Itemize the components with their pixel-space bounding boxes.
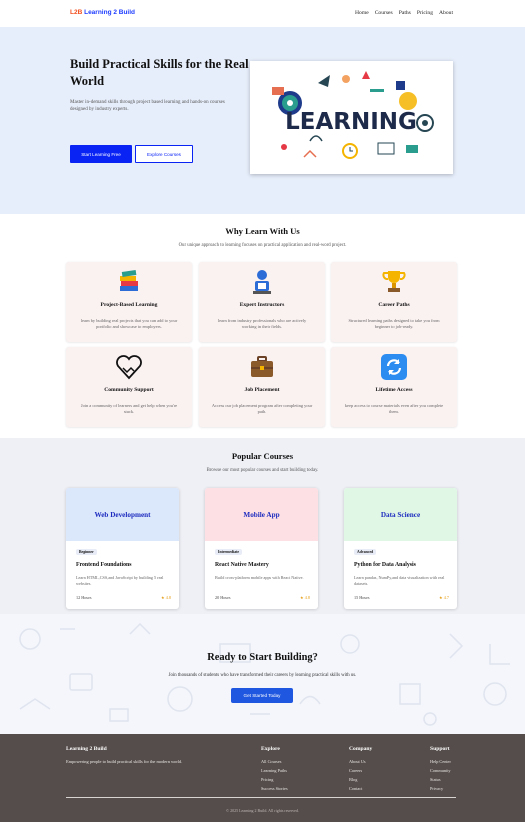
footer-link[interactable]: Help Center	[430, 757, 451, 766]
feature-title: Project-Based Learning	[100, 302, 158, 308]
course-hours: 12 Hours	[76, 595, 92, 600]
nav-link-about[interactable]: About	[439, 10, 453, 16]
refresh-icon	[331, 353, 457, 381]
footer-brand: Learning 2 Build	[66, 746, 107, 752]
nav-links: Home Courses Paths Pricing About	[355, 10, 453, 16]
feature-title: Expert Instructors	[239, 302, 285, 308]
copyright: © 2025 Learning 2 Build. All rights rese…	[226, 808, 299, 813]
footer-column-company: Company About Us Careers Blog Contact	[349, 746, 372, 793]
feature-card-job-placement: Job Placement Access our job placement p…	[199, 347, 325, 427]
rating-value: 4.8	[165, 595, 171, 600]
course-desc: Build cross-platform mobile apps with Re…	[215, 575, 304, 580]
briefcase-icon	[199, 353, 325, 381]
footer-link[interactable]: About Us	[349, 757, 372, 766]
course-card-data-science[interactable]: Data Science Advanced Python for Data An…	[344, 488, 457, 609]
footer-link[interactable]: Careers	[349, 766, 372, 775]
footer-column-heading: Support	[430, 746, 450, 752]
logo[interactable]: L2B Learning 2 Build	[70, 9, 135, 16]
course-hours: 20 Hours	[215, 595, 231, 600]
course-name: React Native Mastery	[215, 562, 269, 568]
why-section-title: Why Learn With Us	[225, 226, 300, 236]
why-section-subtitle: Our unique approach to learning focuses …	[178, 243, 347, 248]
feature-card-community-support: Community Support Join a community of le…	[66, 347, 192, 427]
feature-card-expert-instructors: Expert Instructors learn from industry p…	[199, 262, 325, 342]
level-badge: Beginner	[76, 549, 97, 555]
cta-description: Join thousands of students who have tran…	[168, 673, 357, 678]
course-rating: ★ 4.8	[161, 595, 171, 600]
get-started-button[interactable]: Get Started Today	[231, 688, 293, 703]
course-hours: 15 Hours	[354, 595, 370, 600]
level-badge: Intermediate	[215, 549, 243, 555]
course-name: Frontend Foundations	[76, 562, 132, 568]
books-icon	[66, 268, 192, 296]
feature-title: Community Support	[104, 387, 154, 393]
rating-value: 4.7	[443, 595, 449, 600]
footer-divider	[66, 797, 456, 798]
course-banner: Data Science	[344, 488, 457, 541]
start-learning-button[interactable]: Start Learning Free	[70, 145, 132, 163]
logo-prefix: L2B	[70, 9, 83, 16]
nav-link-pricing[interactable]: Pricing	[417, 10, 433, 16]
footer-link[interactable]: Success Stories	[261, 784, 288, 793]
footer-link[interactable]: Blog	[349, 775, 372, 784]
explore-courses-button[interactable]: Explore Courses	[135, 145, 193, 163]
trophy-icon	[331, 268, 457, 296]
hero-description: Master in-demand skills through project …	[70, 100, 225, 113]
feature-card-career-paths: Career Paths Structured learning paths d…	[331, 262, 457, 342]
footer-column-heading: Company	[349, 746, 373, 752]
feature-title: Lifetime Access	[375, 387, 413, 393]
learning-word: LEARNING	[285, 109, 417, 135]
footer-link[interactable]: Privacy	[430, 784, 451, 793]
footer: Learning 2 Build Empowering people to bu…	[0, 734, 525, 822]
feature-desc: learn by building real projects that you…	[80, 318, 178, 330]
hero-title: Build Practical Skills for the Real Worl…	[70, 57, 249, 88]
course-desc: Learn pandas, NumPy,and data visualizati…	[354, 575, 445, 587]
feature-desc: Access our job placement program after c…	[211, 403, 313, 415]
nav-link-paths[interactable]: Paths	[399, 10, 411, 16]
hero-illustration: LEARNING	[250, 61, 453, 174]
feature-desc: Structured learning paths designed to ta…	[348, 318, 440, 330]
footer-link[interactable]: Status	[430, 775, 451, 784]
footer-link[interactable]: Learning Paths	[261, 766, 288, 775]
nav-link-courses[interactable]: Courses	[375, 10, 393, 16]
footer-column-heading: Explore	[261, 746, 280, 752]
instructor-icon	[199, 268, 325, 296]
footer-link[interactable]: All Courses	[261, 757, 288, 766]
top-nav: L2B Learning 2 Build Home Courses Paths …	[0, 0, 525, 27]
handshake-heart-icon	[66, 353, 192, 381]
footer-link[interactable]: Pricing	[261, 775, 288, 784]
course-banner: Mobile App	[205, 488, 318, 541]
footer-column-support: Support Help Center Community Status Pri…	[430, 746, 451, 793]
feature-desc: Join a community of learners and get hel…	[80, 403, 178, 415]
feature-card-project-based: Project-Based Learning learn by building…	[66, 262, 192, 342]
feature-title: Career Paths	[378, 302, 410, 308]
rating-value: 4.8	[304, 595, 310, 600]
course-name: Python for Data Analysis	[354, 562, 416, 568]
footer-link[interactable]: Contact	[349, 784, 372, 793]
course-rating: ★ 4.8	[300, 595, 310, 600]
course-card-mobile-app[interactable]: Mobile App Intermediate React Native Mas…	[205, 488, 318, 609]
feature-title: Job Placement	[244, 387, 280, 393]
course-rating: ★ 4.7	[439, 595, 449, 600]
courses-section-title: Popular Courses	[231, 451, 294, 461]
course-card-web-development[interactable]: Web Development Beginner Frontend Founda…	[66, 488, 179, 609]
level-badge: Advanced	[354, 549, 377, 555]
footer-tagline: Empowering people to build practical ski…	[66, 759, 183, 764]
course-banner: Web Development	[66, 488, 179, 541]
logo-text: Learning 2 Build	[84, 9, 136, 16]
footer-link[interactable]: Community	[430, 766, 451, 775]
footer-column-explore: Explore All Courses Learning Paths Prici…	[261, 746, 288, 793]
feature-desc: keep access to course materials even aft…	[344, 403, 444, 415]
course-desc: Learn HTML,CSS,and JavaScript by buildin…	[76, 575, 164, 587]
feature-desc: learn from industry professionals who ar…	[217, 318, 307, 330]
courses-section-subtitle: Browse our most popular courses and star…	[206, 468, 319, 473]
feature-card-lifetime-access: Lifetime Access keep access to course ma…	[331, 347, 457, 427]
cta-title: Ready to Start Building?	[207, 652, 318, 663]
nav-link-home[interactable]: Home	[355, 10, 369, 16]
learning-illustration: LEARNING	[272, 71, 434, 159]
